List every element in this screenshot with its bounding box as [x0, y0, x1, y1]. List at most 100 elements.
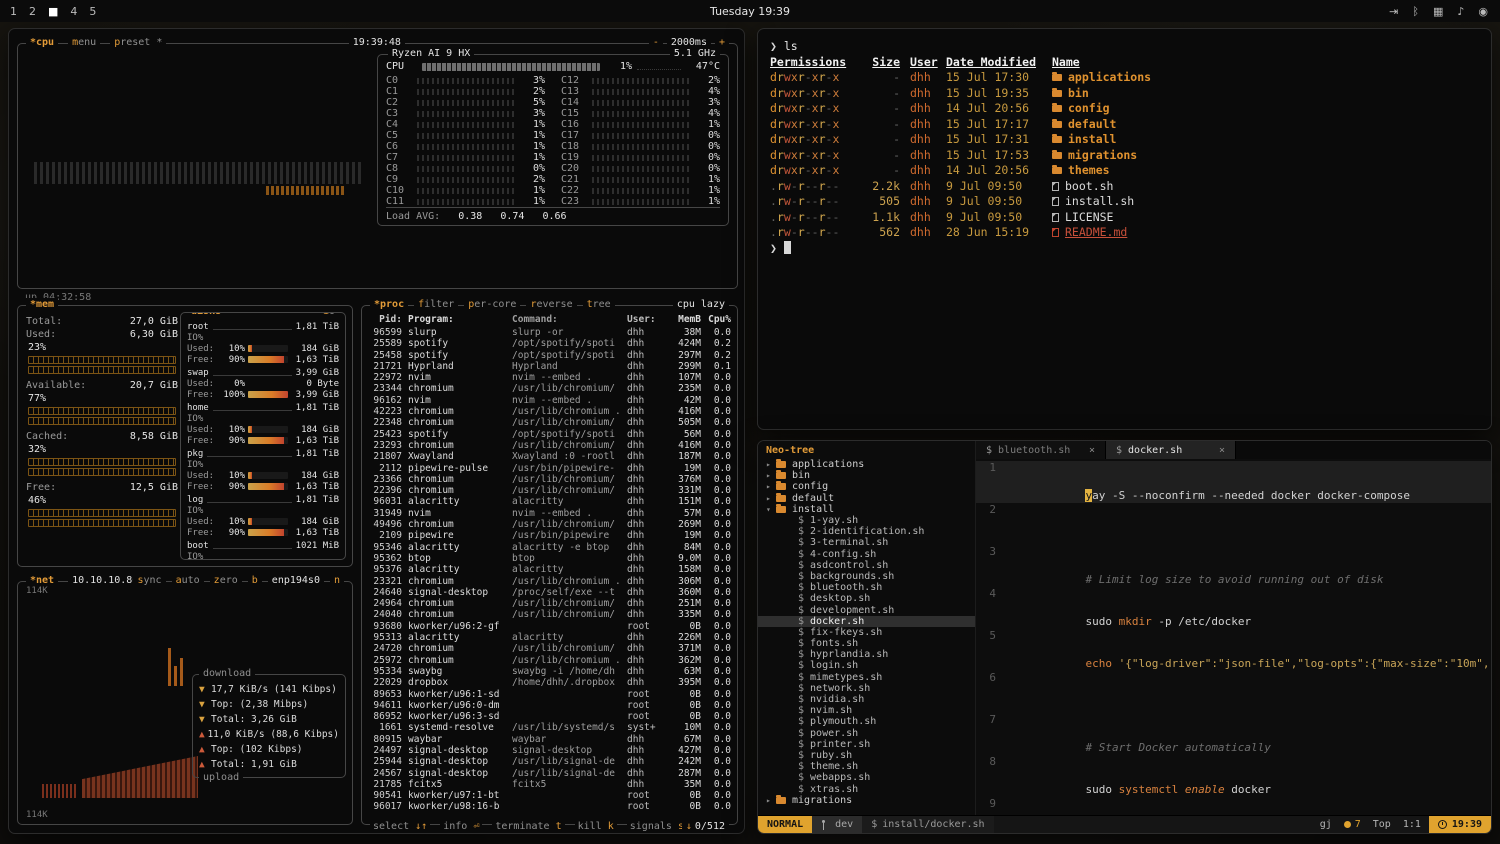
- process-row[interactable]: 24720 chromium /usr/lib/chromium/ dhh 37…: [366, 643, 733, 654]
- process-row[interactable]: 90541 kworker/u97:1-bt root 0B 0.0: [366, 790, 733, 801]
- process-row[interactable]: 94611 kworker/u96:0-dm root 0B 0.0: [366, 700, 733, 711]
- tree-item[interactable]: $ applications: [758, 459, 975, 470]
- editor-line[interactable]: 7 # Start Docker automatically: [976, 713, 1491, 755]
- expander-icon[interactable]: [766, 494, 776, 503]
- process-row[interactable]: 42223 chromium /usr/lib/chromium . dhh 4…: [366, 406, 733, 417]
- tree-item[interactable]: $ 1-yay.sh: [758, 515, 975, 526]
- editor-line[interactable]: 3 # Limit log size to avoid running out …: [976, 545, 1491, 587]
- per-core-toggle[interactable]: per-core: [464, 298, 520, 312]
- tree-item[interactable]: $ config: [758, 481, 975, 492]
- process-row[interactable]: 22972 nvim nvim --embed . dhh 107M 0.0: [366, 372, 733, 383]
- io-toggle[interactable]: io: [319, 312, 339, 319]
- logout-icon[interactable]: ⇥: [1389, 5, 1398, 18]
- expander-icon[interactable]: [766, 471, 776, 480]
- cpu-panel-title[interactable]: *cpu: [26, 36, 58, 50]
- expander-icon[interactable]: [766, 796, 776, 805]
- tree-item[interactable]: $ ruby.sh: [758, 750, 975, 761]
- tree-item[interactable]: $ xtras.sh: [758, 783, 975, 794]
- bluetooth-icon[interactable]: ᛒ: [1412, 5, 1419, 18]
- proc-hint[interactable]: signals s: [627, 821, 687, 832]
- process-row[interactable]: 25944 signal-desktop /usr/lib/signal-de …: [366, 756, 733, 767]
- process-row[interactable]: 23293 chromium /usr/lib/chromium/ dhh 41…: [366, 440, 733, 451]
- editor-buffer[interactable]: 1 yay -S --noconfirm --needed docker doc…: [976, 459, 1491, 815]
- process-row[interactable]: 96017 kworker/u98:16-b root 0B 0.0: [366, 801, 733, 811]
- tree-item[interactable]: $ desktop.sh: [758, 593, 975, 604]
- editor-line[interactable]: 5 echo '{"log-driver":"json-file","log-o…: [976, 629, 1491, 671]
- tree-item[interactable]: $ 3-terminal.sh: [758, 537, 975, 548]
- workspace-button[interactable]: ■: [48, 5, 58, 18]
- tree-item[interactable]: $ plymouth.sh: [758, 716, 975, 727]
- tree-item[interactable]: $ 2-identification.sh: [758, 526, 975, 537]
- tree-item[interactable]: $ fix-fkeys.sh: [758, 627, 975, 638]
- net-auto-toggle[interactable]: auto: [172, 574, 204, 588]
- process-row[interactable]: 80915 waybar waybar dhh 67M 0.0: [366, 734, 733, 745]
- tree-item[interactable]: $ backgrounds.sh: [758, 571, 975, 582]
- close-icon[interactable]: ×: [1089, 445, 1095, 456]
- process-row[interactable]: 96599 slurp slurp -or dhh 38M 0.0: [366, 327, 733, 338]
- interval-minus-button[interactable]: -: [649, 36, 663, 50]
- sort-selector[interactable]: cpu lazy: [673, 298, 729, 312]
- editor-line[interactable]: 8 sudo systemctl enable docker: [976, 755, 1491, 797]
- memory-panel-title[interactable]: *mem: [26, 298, 58, 312]
- process-row[interactable]: 22029 dropbox /home/dhh/.dropbox dhh 395…: [366, 677, 733, 688]
- process-row[interactable]: 95313 alacritty alacritty dhh 226M 0.0: [366, 632, 733, 643]
- tree-item[interactable]: $ fonts.sh: [758, 638, 975, 649]
- process-row[interactable]: 25458 spotify /opt/spotify/spoti dhh 297…: [366, 350, 733, 361]
- process-row[interactable]: 2112 pipewire-pulse /usr/bin/pipewire- d…: [366, 463, 733, 474]
- iface-next-button[interactable]: n: [330, 574, 344, 588]
- scroll-down-icon[interactable]: ↓: [686, 821, 692, 832]
- net-sync-toggle[interactable]: sync: [133, 574, 165, 588]
- close-icon[interactable]: ×: [1219, 445, 1225, 456]
- buffer-tab[interactable]: $ docker.sh ×: [1106, 441, 1236, 459]
- tree-item[interactable]: $ login.sh: [758, 660, 975, 671]
- process-row[interactable]: 24640 signal-desktop /proc/self/exe --t …: [366, 587, 733, 598]
- tree-item[interactable]: $ webapps.sh: [758, 772, 975, 783]
- workspace-button[interactable]: 4: [70, 5, 77, 18]
- volume-icon[interactable]: ♪: [1457, 5, 1464, 18]
- process-row[interactable]: 23344 chromium /usr/lib/chromium/ dhh 23…: [366, 383, 733, 394]
- editor-line[interactable]: 9: [976, 797, 1491, 815]
- iface-prev-button[interactable]: b: [248, 574, 262, 588]
- process-row[interactable]: 22348 chromium /usr/lib/chromium/ dhh 50…: [366, 417, 733, 428]
- net-zero-toggle[interactable]: zero: [210, 574, 242, 588]
- filter-button[interactable]: filter: [414, 298, 458, 312]
- tree-item[interactable]: $ default: [758, 493, 975, 504]
- process-row[interactable]: 86952 kworker/u96:3-sd root 0B 0.0: [366, 711, 733, 722]
- tree-item[interactable]: $ mimetypes.sh: [758, 672, 975, 683]
- proc-hint[interactable]: terminate t: [492, 821, 564, 832]
- tree-item[interactable]: $ nvim.sh: [758, 705, 975, 716]
- process-row[interactable]: 25423 spotify /opt/spotify/spoti dhh 56M…: [366, 429, 733, 440]
- tree-item[interactable]: $ bin: [758, 470, 975, 481]
- tree-item[interactable]: $ asdcontrol.sh: [758, 560, 975, 571]
- buffer-tab[interactable]: $ bluetooth.sh ×: [976, 441, 1106, 459]
- tree-item[interactable]: $ 4-config.sh: [758, 549, 975, 560]
- tree-item[interactable]: $ hyprlandia.sh: [758, 649, 975, 660]
- process-row[interactable]: 25972 chromium /usr/lib/chromium . dhh 3…: [366, 655, 733, 666]
- process-row[interactable]: 23321 chromium /usr/lib/chromium . dhh 3…: [366, 576, 733, 587]
- tree-item[interactable]: $ install: [758, 504, 975, 515]
- process-row[interactable]: 2109 pipewire /usr/bin/pipewire dhh 19M …: [366, 530, 733, 541]
- process-row[interactable]: 24964 chromium /usr/lib/chromium/ dhh 25…: [366, 598, 733, 609]
- process-row[interactable]: 49496 chromium /usr/lib/chromium/ dhh 26…: [366, 519, 733, 530]
- preset-button[interactable]: preset *: [110, 36, 166, 50]
- tree-item[interactable]: $ nvidia.sh: [758, 694, 975, 705]
- menu-button[interactable]: menu: [68, 36, 100, 50]
- tree-item[interactable]: $ power.sh: [758, 728, 975, 739]
- process-row[interactable]: 96031 alacritty alacritty dhh 151M 0.0: [366, 496, 733, 507]
- expander-icon[interactable]: [766, 482, 776, 491]
- editor-line[interactable]: 2: [976, 503, 1491, 545]
- process-row[interactable]: 31949 nvim nvim --embed . dhh 57M 0.0: [366, 508, 733, 519]
- tree-item[interactable]: $ network.sh: [758, 683, 975, 694]
- process-row[interactable]: 24567 signal-desktop /usr/lib/signal-de …: [366, 768, 733, 779]
- proc-hint[interactable]: info ⏎: [440, 821, 482, 832]
- tree-item[interactable]: $ printer.sh: [758, 739, 975, 750]
- expander-icon[interactable]: [766, 505, 776, 514]
- tree-item[interactable]: $ development.sh: [758, 604, 975, 615]
- process-panel-title[interactable]: *proc: [370, 298, 408, 312]
- process-row[interactable]: 95376 alacritty alacritty dhh 158M 0.0: [366, 564, 733, 575]
- tree-item[interactable]: $ migrations: [758, 795, 975, 806]
- process-row[interactable]: 21721 Hyprland Hyprland dhh 299M 0.1: [366, 361, 733, 372]
- editor-line[interactable]: 4 sudo mkdir -p /etc/docker: [976, 587, 1491, 629]
- workspace-button[interactable]: 5: [89, 5, 96, 18]
- expander-icon[interactable]: [766, 460, 776, 469]
